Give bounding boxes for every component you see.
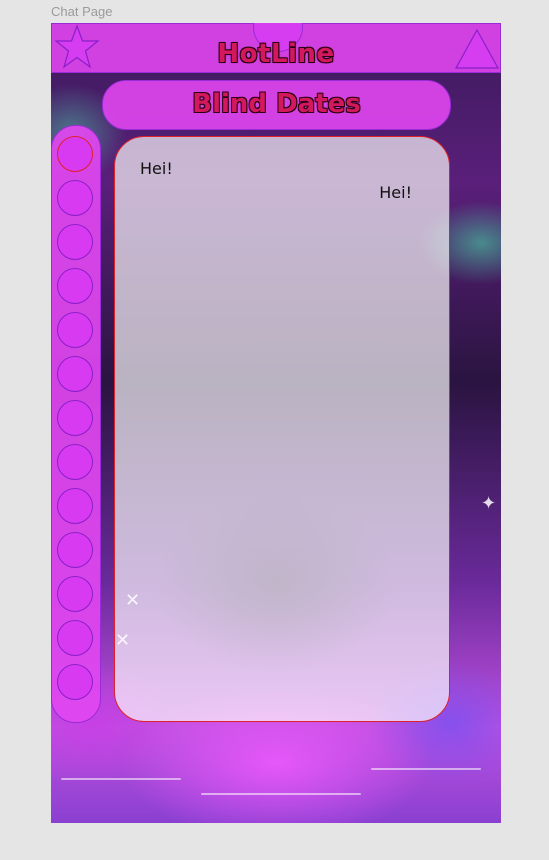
contact-slot[interactable] bbox=[57, 356, 93, 392]
contact-slot[interactable] bbox=[57, 444, 93, 480]
message-received: Hei! bbox=[140, 159, 173, 178]
background-decoration bbox=[61, 778, 181, 780]
background-decoration bbox=[201, 793, 361, 795]
chat-panel[interactable]: Hei! Hei! bbox=[114, 136, 450, 722]
message-sent: Hei! bbox=[379, 183, 412, 202]
contact-slot[interactable] bbox=[57, 312, 93, 348]
contact-slot[interactable] bbox=[57, 268, 93, 304]
contact-slot[interactable] bbox=[57, 180, 93, 216]
section-title: Blind Dates bbox=[192, 89, 361, 119]
contact-slot[interactable] bbox=[57, 400, 93, 436]
contact-slot[interactable] bbox=[57, 620, 93, 656]
contact-slot[interactable] bbox=[57, 532, 93, 568]
background-decoration bbox=[371, 768, 481, 770]
app-frame: ✕ ✕ ✦ HotLine Blind Dates Hei! Hei! bbox=[51, 23, 501, 823]
contact-slot[interactable] bbox=[57, 576, 93, 612]
contact-slot[interactable] bbox=[57, 488, 93, 524]
section-header: Blind Dates bbox=[102, 80, 451, 130]
app-title: HotLine bbox=[217, 39, 335, 69]
contact-sidebar bbox=[51, 125, 101, 723]
contact-slot[interactable] bbox=[57, 224, 93, 260]
sparkle-icon: ✦ bbox=[481, 493, 497, 514]
contact-slot[interactable] bbox=[57, 664, 93, 700]
contact-slot[interactable] bbox=[57, 136, 93, 172]
page-label: Chat Page bbox=[51, 4, 113, 19]
